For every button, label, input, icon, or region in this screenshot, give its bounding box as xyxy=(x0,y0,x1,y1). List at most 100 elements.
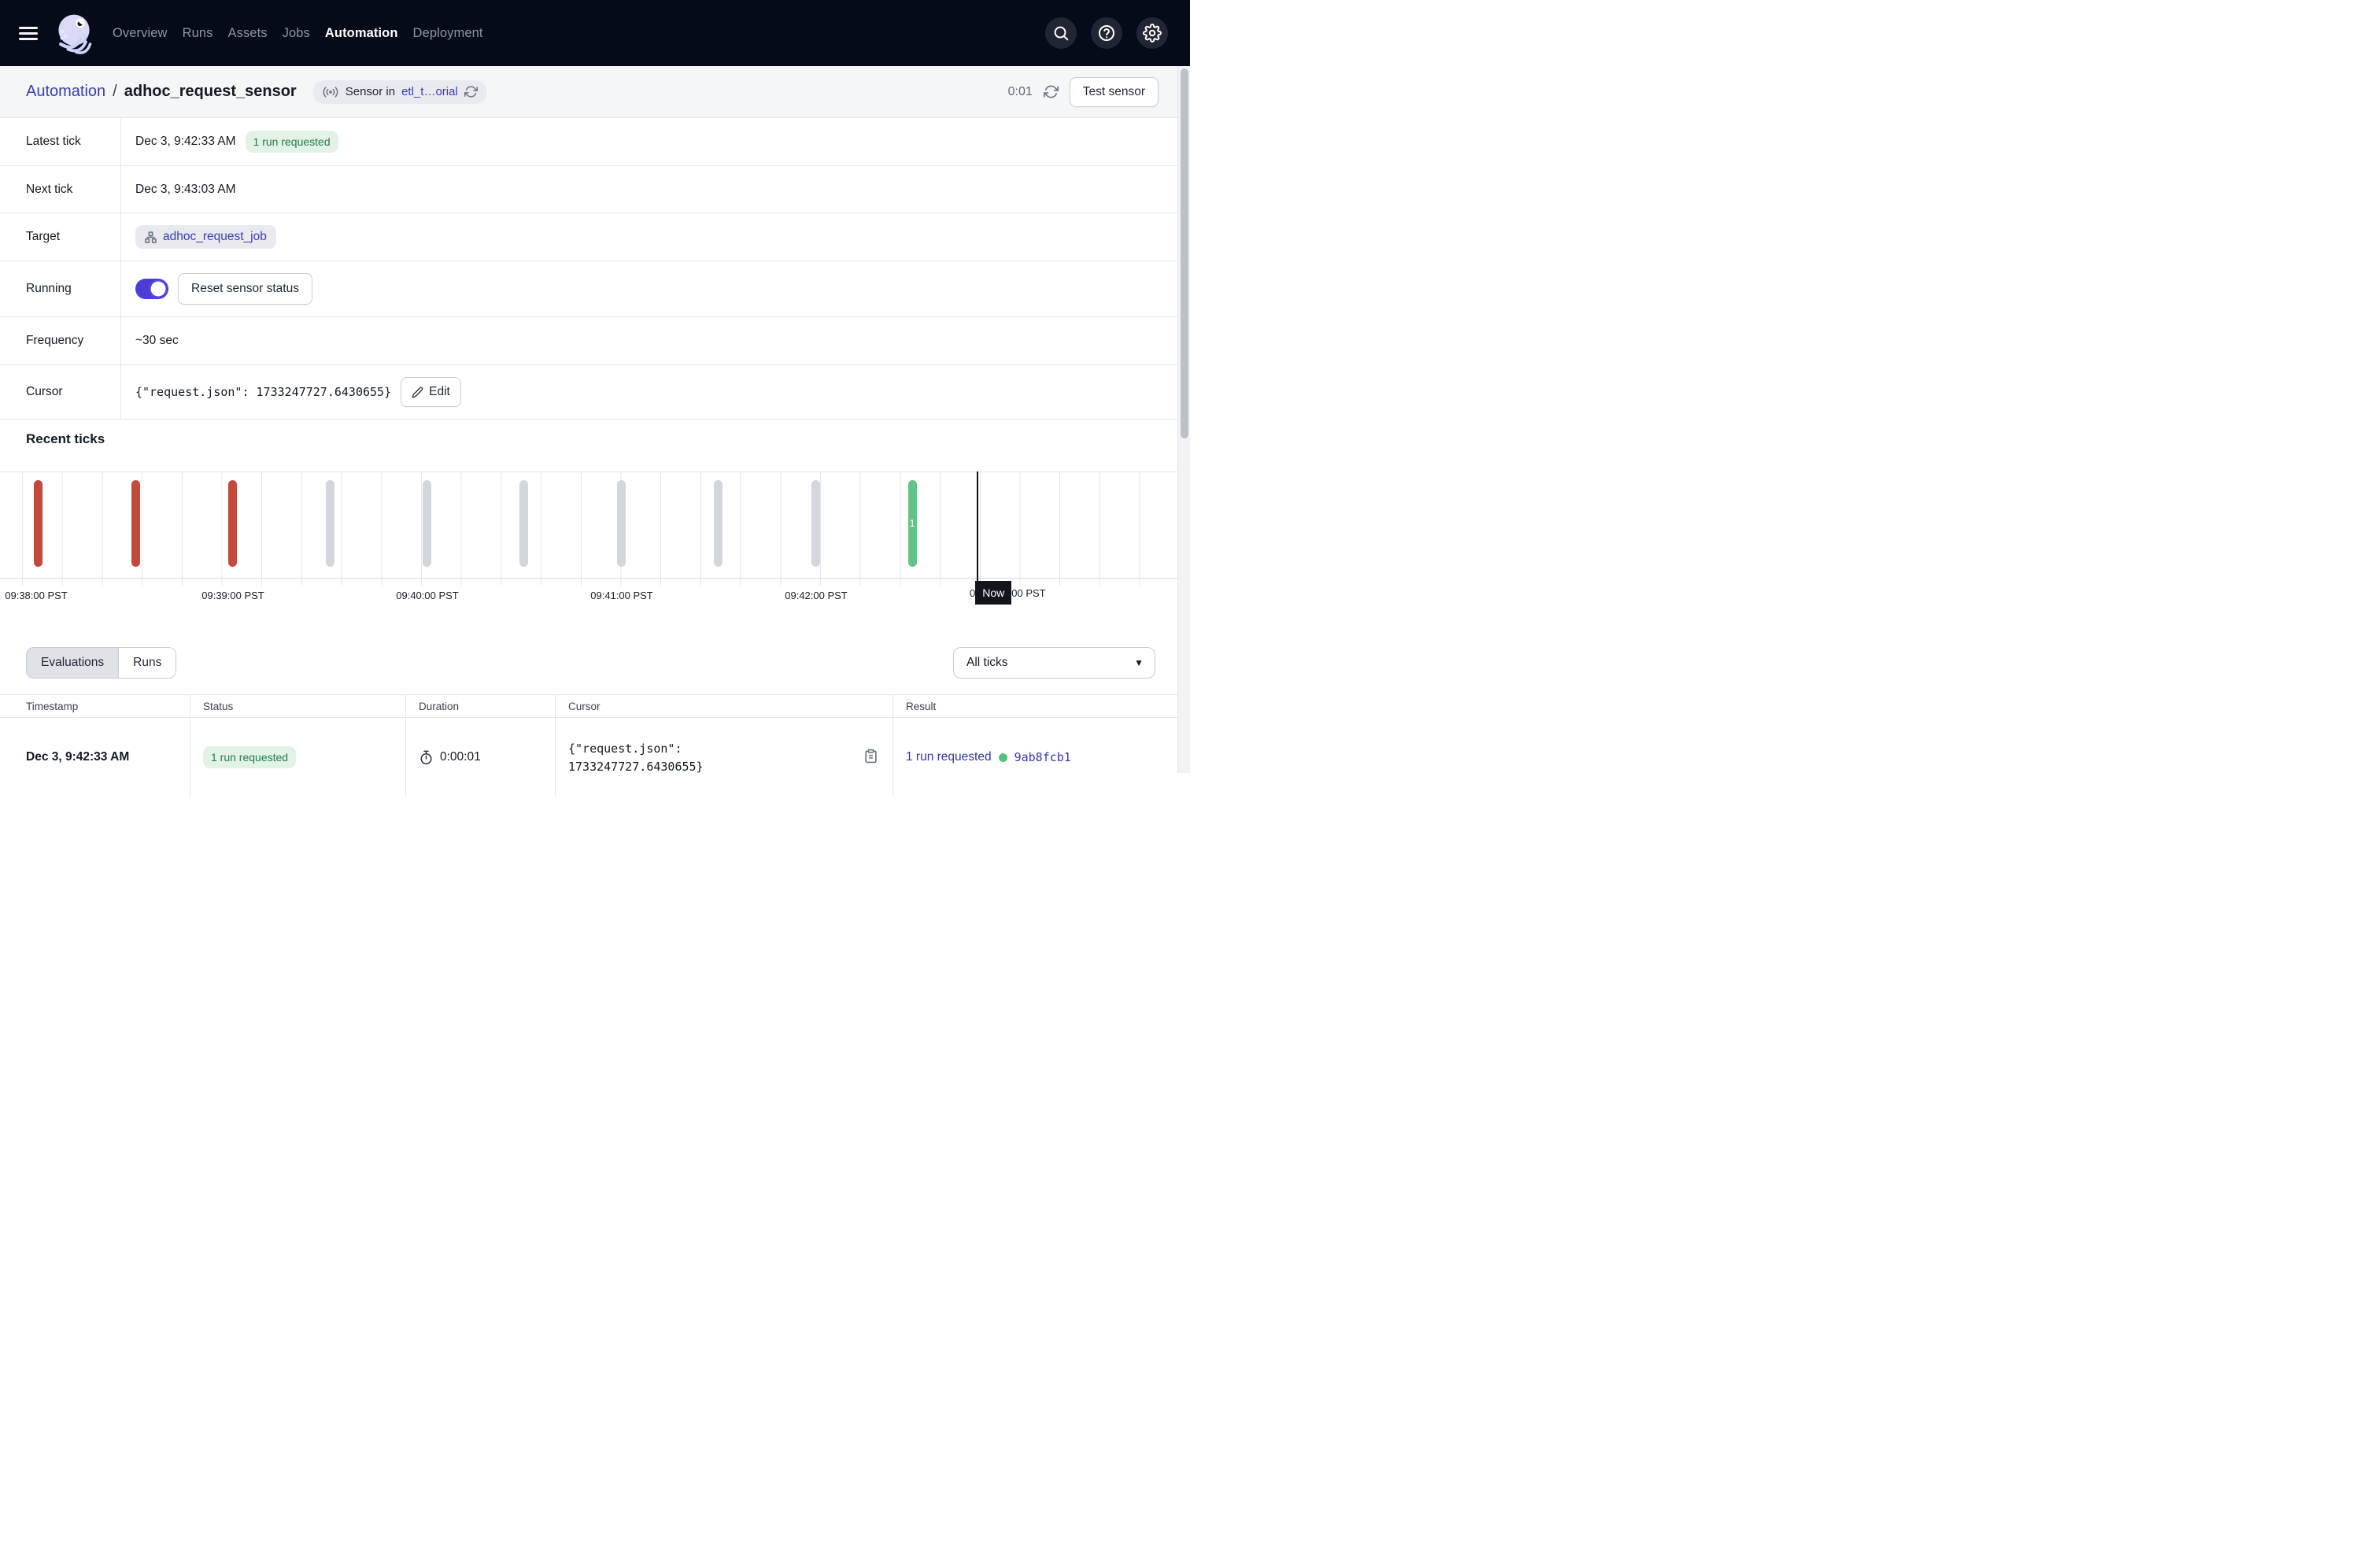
row-status-badge: 1 run requested xyxy=(203,746,296,768)
refresh-icon[interactable] xyxy=(1044,84,1059,99)
sensor-signal-icon xyxy=(322,86,339,98)
tick-bar-success[interactable]: 1 xyxy=(908,480,917,567)
sensor-badge-text: Sensor in xyxy=(346,85,395,98)
tick-bar-failure[interactable] xyxy=(34,480,42,567)
edit-button-label: Edit xyxy=(429,385,450,399)
test-sensor-button[interactable]: Test sensor xyxy=(1070,77,1159,107)
search-icon xyxy=(1052,24,1070,42)
sensor-location-badge: Sensor in etl_t…orial xyxy=(312,80,487,104)
cursor-value: {"request.json": 1733247727.6430655} xyxy=(135,385,391,399)
chevron-down-icon: ▼ xyxy=(1134,657,1144,668)
tick-bar-skipped[interactable] xyxy=(326,480,334,567)
pencil-icon xyxy=(412,386,423,398)
now-marker: 0 Now 00 PST xyxy=(970,581,1046,605)
copy-cursor-button[interactable] xyxy=(863,748,878,767)
top-navbar: Overview Runs Assets Jobs Automation Deployme… xyxy=(0,0,1190,66)
now-badge: Now xyxy=(975,581,1011,605)
tick-bar-failure[interactable] xyxy=(228,480,237,567)
now-label-prefix: 0 xyxy=(970,587,975,599)
table-row: Dec 3, 9:42:33 AM 1 run requested 0:00:0… xyxy=(0,718,1190,797)
frequency-row: Frequency ~30 sec xyxy=(0,317,1190,365)
column-header-result: Result xyxy=(893,695,1190,717)
next-tick-label: Next tick xyxy=(0,166,121,213)
latest-tick-status-badge[interactable]: 1 run requested xyxy=(246,131,338,153)
column-header-status: Status xyxy=(190,695,405,717)
octopus-logo-icon xyxy=(52,10,96,56)
header-actions: 0:01 Test sensor xyxy=(1008,77,1159,107)
latest-tick-row: Latest tick Dec 3, 9:42:33 AM 1 run requ… xyxy=(0,118,1190,166)
now-label-suffix: 00 PST xyxy=(1011,587,1045,599)
nav-item-overview[interactable]: Overview xyxy=(113,26,168,41)
tick-bar-failure[interactable] xyxy=(131,480,140,567)
column-header-cursor: Cursor xyxy=(555,695,893,717)
row-timestamp[interactable]: Dec 3, 9:42:33 AM xyxy=(0,718,190,797)
row-cursor-line1: {"request.json": xyxy=(568,742,682,756)
target-job-chip[interactable]: adhoc_request_job xyxy=(135,225,276,249)
tick-bar-skipped[interactable] xyxy=(811,480,820,567)
reset-sensor-status-button[interactable]: Reset sensor status xyxy=(178,273,312,305)
nav-item-deployment[interactable]: Deployment xyxy=(413,26,483,41)
column-header-timestamp: Timestamp xyxy=(0,695,190,717)
next-tick-row: Next tick Dec 3, 9:43:03 AM xyxy=(0,166,1190,213)
tab-evaluations[interactable]: Evaluations xyxy=(27,648,119,678)
tick-bar-skipped[interactable] xyxy=(714,480,722,567)
run-id-link[interactable]: 9ab8fcb1 xyxy=(1014,750,1071,764)
tick-bar-skipped[interactable] xyxy=(519,480,528,567)
recent-ticks-chart: 1 09:38:00 PST09:39:00 PST09:40:00 PST09… xyxy=(0,472,1190,629)
target-job-link[interactable]: adhoc_request_job xyxy=(163,230,267,244)
target-label: Target xyxy=(0,213,121,261)
scrollbar-thumb[interactable] xyxy=(1181,68,1188,438)
tick-bar-skipped[interactable] xyxy=(423,480,431,567)
code-location-link[interactable]: etl_t…orial xyxy=(401,85,458,98)
vertical-scrollbar[interactable] xyxy=(1177,66,1190,773)
latest-tick-value: Dec 3, 9:42:33 AM xyxy=(135,135,236,149)
tab-runs[interactable]: Runs xyxy=(119,648,176,678)
search-button[interactable] xyxy=(1045,17,1077,49)
table-header-row: TimestampStatusDurationCursorResult xyxy=(0,694,1190,718)
row-cursor-line2: 1733247727.6430655} xyxy=(568,760,704,774)
axis-label: 09:42:00 PST xyxy=(785,590,848,601)
gear-icon xyxy=(1143,24,1162,43)
latest-tick-label: Latest tick xyxy=(0,118,121,165)
page-header: Automation / adhoc_request_sensor Sensor… xyxy=(0,66,1190,118)
nav-actions xyxy=(1045,17,1168,49)
next-tick-value: Dec 3, 9:43:03 AM xyxy=(135,183,236,197)
dagster-logo[interactable] xyxy=(52,10,96,56)
settings-button[interactable] xyxy=(1136,17,1168,49)
reload-location-icon[interactable] xyxy=(464,85,478,98)
nav-item-jobs[interactable]: Jobs xyxy=(283,26,310,41)
nav-item-runs[interactable]: Runs xyxy=(183,26,213,41)
target-row: Target adhoc_request_job xyxy=(0,213,1190,261)
refresh-countdown: 0:01 xyxy=(1008,85,1033,99)
evaluations-toolbar: EvaluationsRuns All ticks ▼ xyxy=(0,647,1190,679)
running-label: Running xyxy=(0,261,121,316)
now-line xyxy=(977,472,978,582)
job-icon xyxy=(145,231,157,243)
sensor-details-table: Latest tick Dec 3, 9:42:33 AM 1 run requ… xyxy=(0,118,1190,420)
running-row: Running Reset sensor status xyxy=(0,261,1190,317)
help-button[interactable] xyxy=(1091,17,1122,49)
breadcrumb-automation-link[interactable]: Automation xyxy=(26,83,105,101)
run-status-dot xyxy=(999,753,1007,762)
clipboard-icon xyxy=(863,748,878,764)
tick-bar-skipped[interactable] xyxy=(617,480,626,567)
sensor-name-title: adhoc_request_sensor xyxy=(124,83,297,101)
column-header-duration: Duration xyxy=(405,695,555,717)
axis-label: 09:41:00 PST xyxy=(590,590,653,601)
nav-item-automation[interactable]: Automation xyxy=(325,26,398,41)
ticks-table: TimestampStatusDurationCursorResult Dec … xyxy=(0,694,1190,797)
nav-item-assets[interactable]: Assets xyxy=(228,26,268,41)
axis-label: 09:38:00 PST xyxy=(5,590,68,601)
toggle-knob xyxy=(150,280,167,298)
edit-cursor-button[interactable]: Edit xyxy=(401,377,461,407)
running-toggle[interactable] xyxy=(135,279,168,299)
tick-filter-select[interactable]: All ticks ▼ xyxy=(953,647,1155,679)
tick-filter-value: All ticks xyxy=(966,656,1008,670)
row-result-link[interactable]: 1 run requested xyxy=(906,750,992,764)
cursor-label: Cursor xyxy=(0,365,121,419)
tick-timeline-plot: 1 xyxy=(0,472,1190,579)
hamburger-menu-icon[interactable] xyxy=(19,27,38,40)
axis-label: 09:39:00 PST xyxy=(201,590,264,601)
stopwatch-icon xyxy=(419,750,434,765)
main-nav: Overview Runs Assets Jobs Automation Deployme… xyxy=(113,26,483,41)
